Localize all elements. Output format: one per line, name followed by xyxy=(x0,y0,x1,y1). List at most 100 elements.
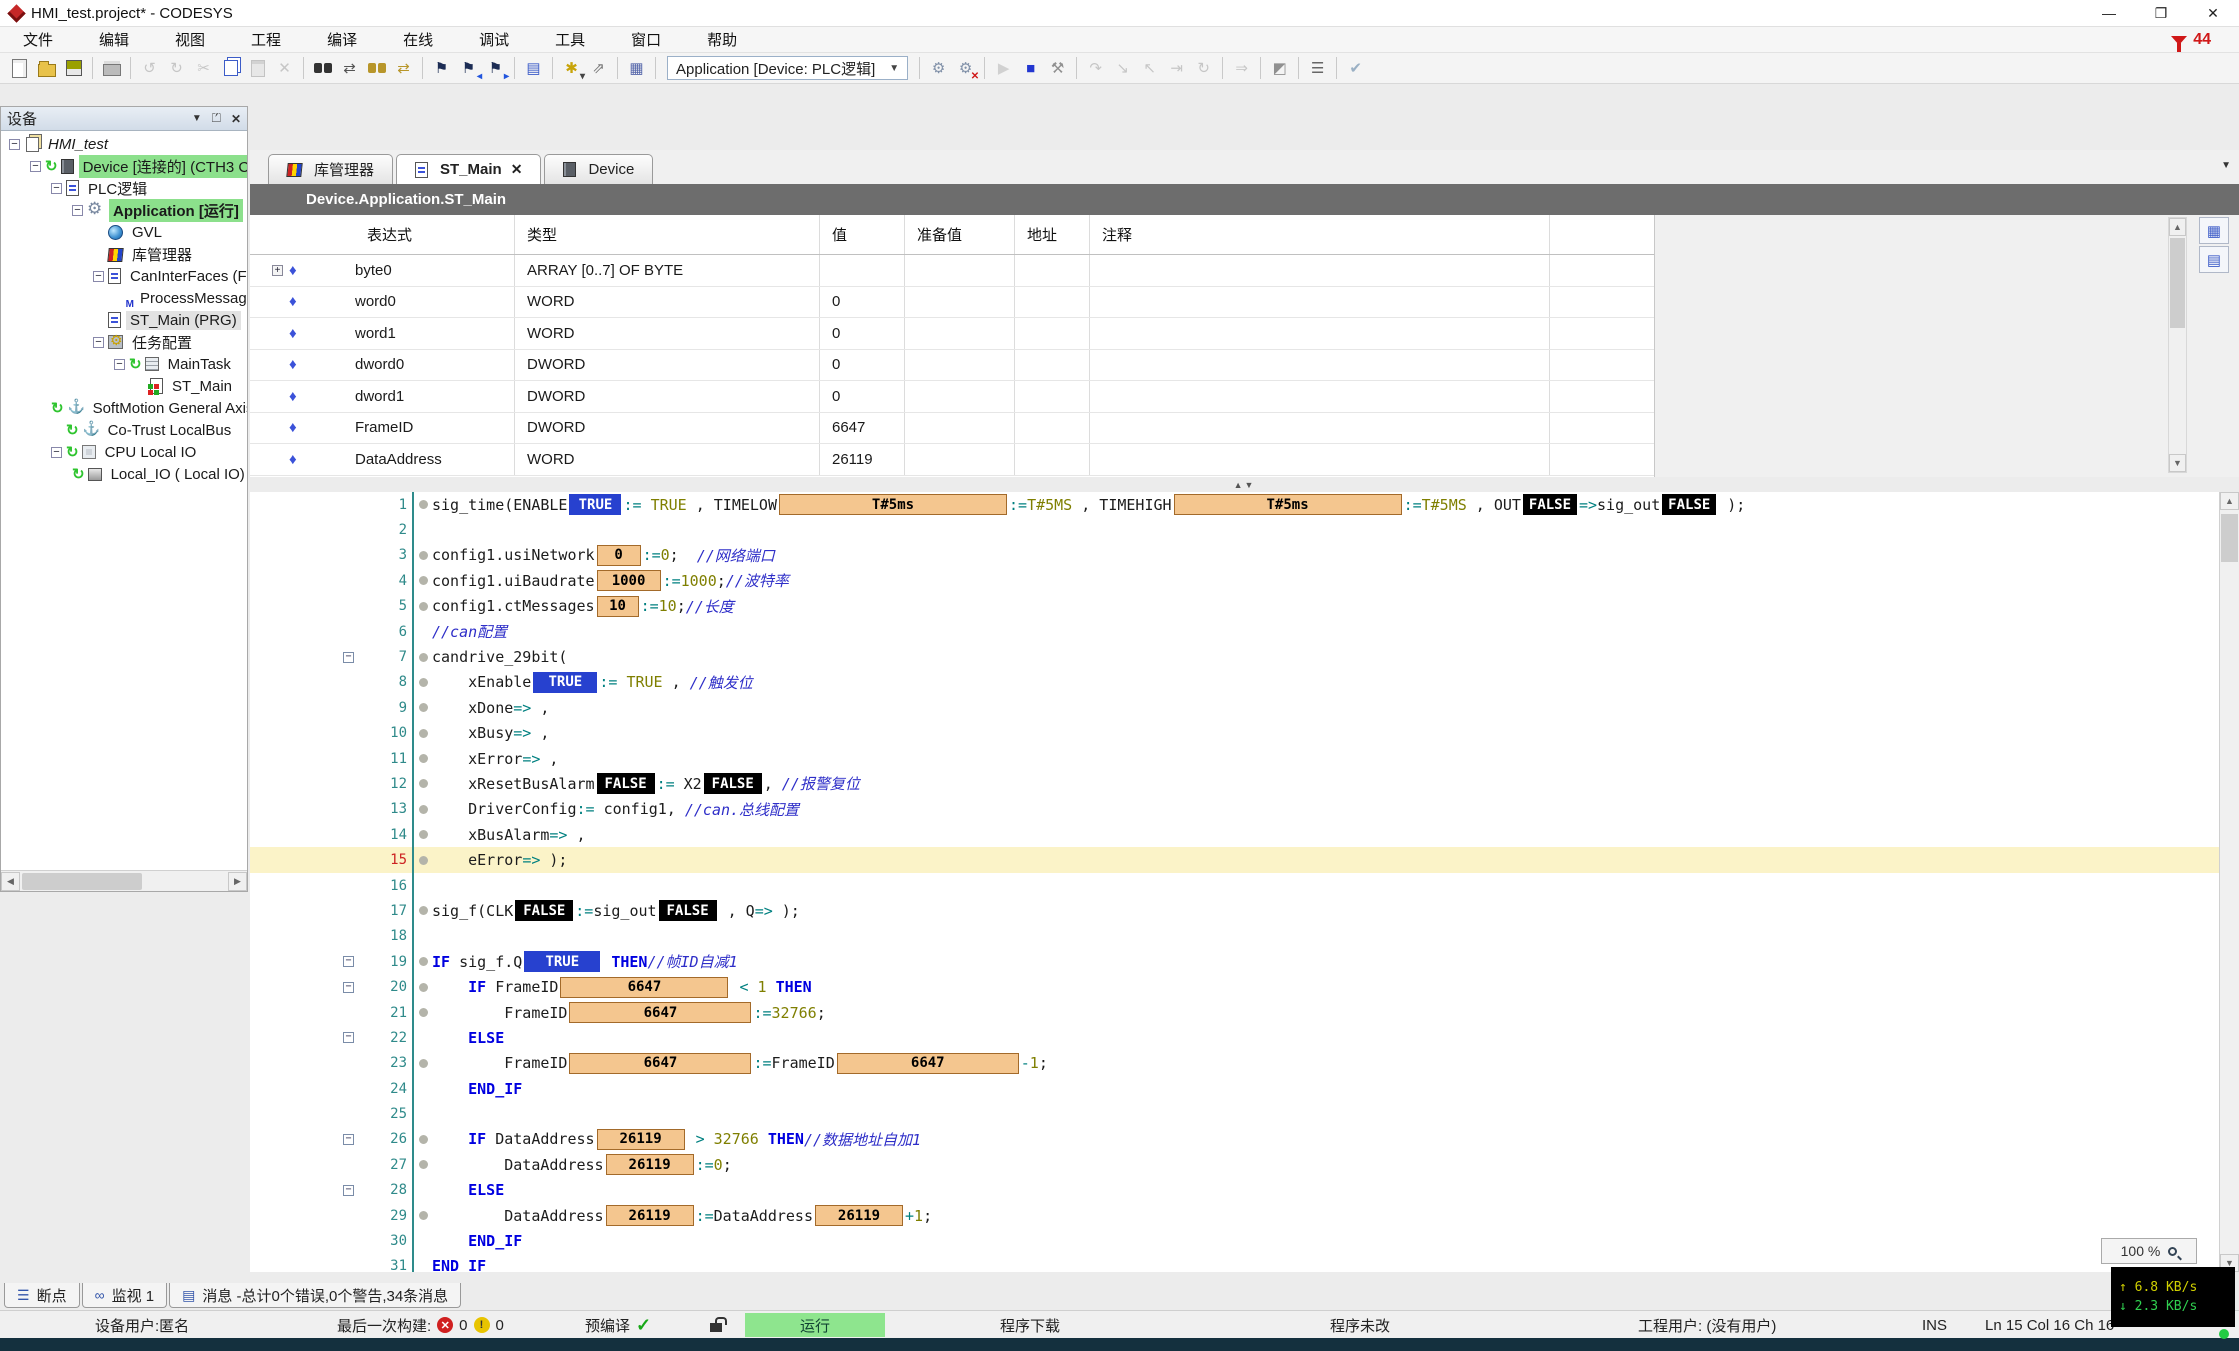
find-objects-icon[interactable] xyxy=(364,56,389,81)
pin-icon[interactable]: ⏍ xyxy=(212,111,221,126)
tree-item[interactable]: −PLC逻辑 xyxy=(1,177,247,199)
breakpoint-column[interactable] xyxy=(414,830,432,839)
export-icon[interactable]: ⇗ xyxy=(586,56,611,81)
tree-item[interactable]: ↻SoftMotion General Axis Poo xyxy=(1,397,247,419)
table-row[interactable]: byte0ARRAY [0..7] OF BYTE xyxy=(355,255,1654,287)
prepared-value-cell[interactable] xyxy=(905,350,1015,381)
cut-icon[interactable]: ✂ xyxy=(191,56,216,81)
watch-table-vscrollbar[interactable]: ▲ ▼ xyxy=(2168,217,2187,473)
tree-expander-icon[interactable]: − xyxy=(72,205,83,216)
step-out-icon[interactable]: ↖ xyxy=(1137,56,1162,81)
monitor-value-box[interactable]: TRUE xyxy=(524,951,600,972)
scroll-up-icon[interactable]: ▲ xyxy=(2169,218,2186,236)
table-row[interactable]: FrameIDDWORD6647 xyxy=(355,413,1654,445)
multiple-download-icon[interactable]: ✔ xyxy=(1343,56,1368,81)
tab-close-icon[interactable]: ✕ xyxy=(511,161,523,178)
tab-Device[interactable]: Device xyxy=(544,154,653,184)
undo-icon[interactable]: ↺ xyxy=(137,56,162,81)
open-project-icon[interactable] xyxy=(34,56,59,81)
step-into-icon[interactable]: ↘ xyxy=(1110,56,1135,81)
tree-item[interactable]: ↻Co-Trust LocalBus xyxy=(1,419,247,441)
monitor-value-box[interactable]: 6647 xyxy=(569,1002,751,1023)
filter-funnel-icon[interactable] xyxy=(2171,36,2187,45)
table-row[interactable]: dword1DWORD0 xyxy=(355,381,1654,413)
breakpoint-column[interactable] xyxy=(414,779,432,788)
next-bookmark-icon[interactable]: ⚑▸ xyxy=(483,56,508,81)
breakpoint-column[interactable] xyxy=(414,678,432,687)
monitor-value-box[interactable]: TRUE xyxy=(569,494,621,515)
login-icon[interactable]: ⚙ xyxy=(926,56,951,81)
menu-item-调试[interactable]: 调试 xyxy=(456,27,532,52)
tree-item[interactable]: ST_Main xyxy=(1,375,247,397)
tab-库管理器[interactable]: 库管理器 xyxy=(268,154,393,184)
device-tree-hscrollbar[interactable]: ◀ ▶ xyxy=(1,870,247,891)
breakpoint-column[interactable] xyxy=(414,551,432,560)
monitor-value-box[interactable]: TRUE xyxy=(533,672,597,693)
breakpoint-column[interactable] xyxy=(414,729,432,738)
tree-expander-icon[interactable]: − xyxy=(93,271,104,282)
breakpoint-column[interactable] xyxy=(414,906,432,915)
monitor-value-box[interactable]: FALSE xyxy=(1662,494,1716,515)
monitor-value-box[interactable]: 26119 xyxy=(606,1205,694,1226)
scroll-up-icon[interactable]: ▲ xyxy=(2220,492,2239,510)
panel-dropdown-icon[interactable]: ▼ xyxy=(192,113,202,124)
menu-item-文件[interactable]: 文件 xyxy=(0,27,76,52)
breakpoint-column[interactable] xyxy=(414,703,432,712)
bookmark-icon[interactable]: ⚑ xyxy=(429,56,454,81)
tree-expander-icon[interactable]: − xyxy=(93,337,104,348)
new-object-icon[interactable]: ✱▾ xyxy=(559,56,584,81)
breakpoint-column[interactable] xyxy=(414,805,432,814)
maximize-button[interactable]: ❐ xyxy=(2135,0,2187,27)
prepared-value-cell[interactable] xyxy=(905,255,1015,286)
prepared-value-cell[interactable] xyxy=(905,287,1015,318)
tree-expander-icon[interactable]: − xyxy=(51,447,62,458)
fold-collapse-icon[interactable]: − xyxy=(343,1185,354,1196)
save-icon[interactable] xyxy=(61,56,86,81)
monitor-value-box[interactable]: T#5ms xyxy=(1174,494,1402,515)
build-icon[interactable]: ▦ xyxy=(624,56,649,81)
breakpoint-column[interactable] xyxy=(414,1008,432,1017)
stop-icon[interactable]: ■ xyxy=(1018,56,1043,81)
reset-icon[interactable]: ↻ xyxy=(1191,56,1216,81)
fold-collapse-icon[interactable]: − xyxy=(343,1134,354,1145)
tree-item[interactable]: ProcessMessage xyxy=(1,287,247,309)
clipboard-list-icon[interactable]: ▤ xyxy=(521,56,546,81)
breakpoint-column[interactable] xyxy=(414,1211,432,1220)
logout-icon[interactable]: ⚙✕ xyxy=(953,56,978,81)
paste-icon[interactable] xyxy=(245,56,270,81)
tree-item[interactable]: −HMI_test xyxy=(1,133,247,155)
menu-item-帮助[interactable]: 帮助 xyxy=(684,27,760,52)
breakpoint-column[interactable] xyxy=(414,1059,432,1068)
menu-item-编译[interactable]: 编译 xyxy=(304,27,380,52)
monitor-value-box[interactable]: 10 xyxy=(597,596,639,617)
tree-expander-icon[interactable]: − xyxy=(51,183,62,194)
prepared-value-cell[interactable] xyxy=(905,444,1015,475)
print-icon[interactable] xyxy=(99,56,124,81)
redo-icon[interactable]: ↻ xyxy=(164,56,189,81)
prepared-value-cell[interactable] xyxy=(905,413,1015,444)
step-over-icon[interactable]: ↷ xyxy=(1083,56,1108,81)
declaration-view-button[interactable]: ▦ xyxy=(2199,217,2229,244)
table-row[interactable]: dword0DWORD0 xyxy=(355,350,1654,382)
editor-zoom-control[interactable]: 100 % xyxy=(2101,1238,2197,1264)
prev-bookmark-icon[interactable]: ⚑◂ xyxy=(456,56,481,81)
panel-close-icon[interactable]: ✕ xyxy=(231,112,241,126)
find-icon[interactable] xyxy=(310,56,335,81)
run-to-cursor-icon[interactable]: ⇥ xyxy=(1164,56,1189,81)
breakpoint-column[interactable] xyxy=(414,754,432,763)
monitor-value-box[interactable]: 0 xyxy=(597,545,641,566)
minimize-button[interactable]: — xyxy=(2083,0,2135,27)
breakpoint-column[interactable] xyxy=(414,653,432,662)
menu-item-工程[interactable]: 工程 xyxy=(228,27,304,52)
breakpoint-column[interactable] xyxy=(414,576,432,585)
scrollbar-thumb[interactable] xyxy=(2170,238,2185,328)
monitor-value-box[interactable]: FALSE xyxy=(1523,494,1577,515)
start-icon[interactable]: ▶ xyxy=(991,56,1016,81)
monitor-value-box[interactable]: FALSE xyxy=(515,900,573,921)
table-row[interactable]: DataAddressWORD26119 xyxy=(355,444,1654,476)
monitor-value-box[interactable]: T#5ms xyxy=(779,494,1007,515)
display-mode-icon[interactable]: ◩ xyxy=(1267,56,1292,81)
fold-collapse-icon[interactable]: − xyxy=(343,982,354,993)
breakpoint-column[interactable] xyxy=(414,856,432,865)
breakpoint-column[interactable] xyxy=(414,602,432,611)
